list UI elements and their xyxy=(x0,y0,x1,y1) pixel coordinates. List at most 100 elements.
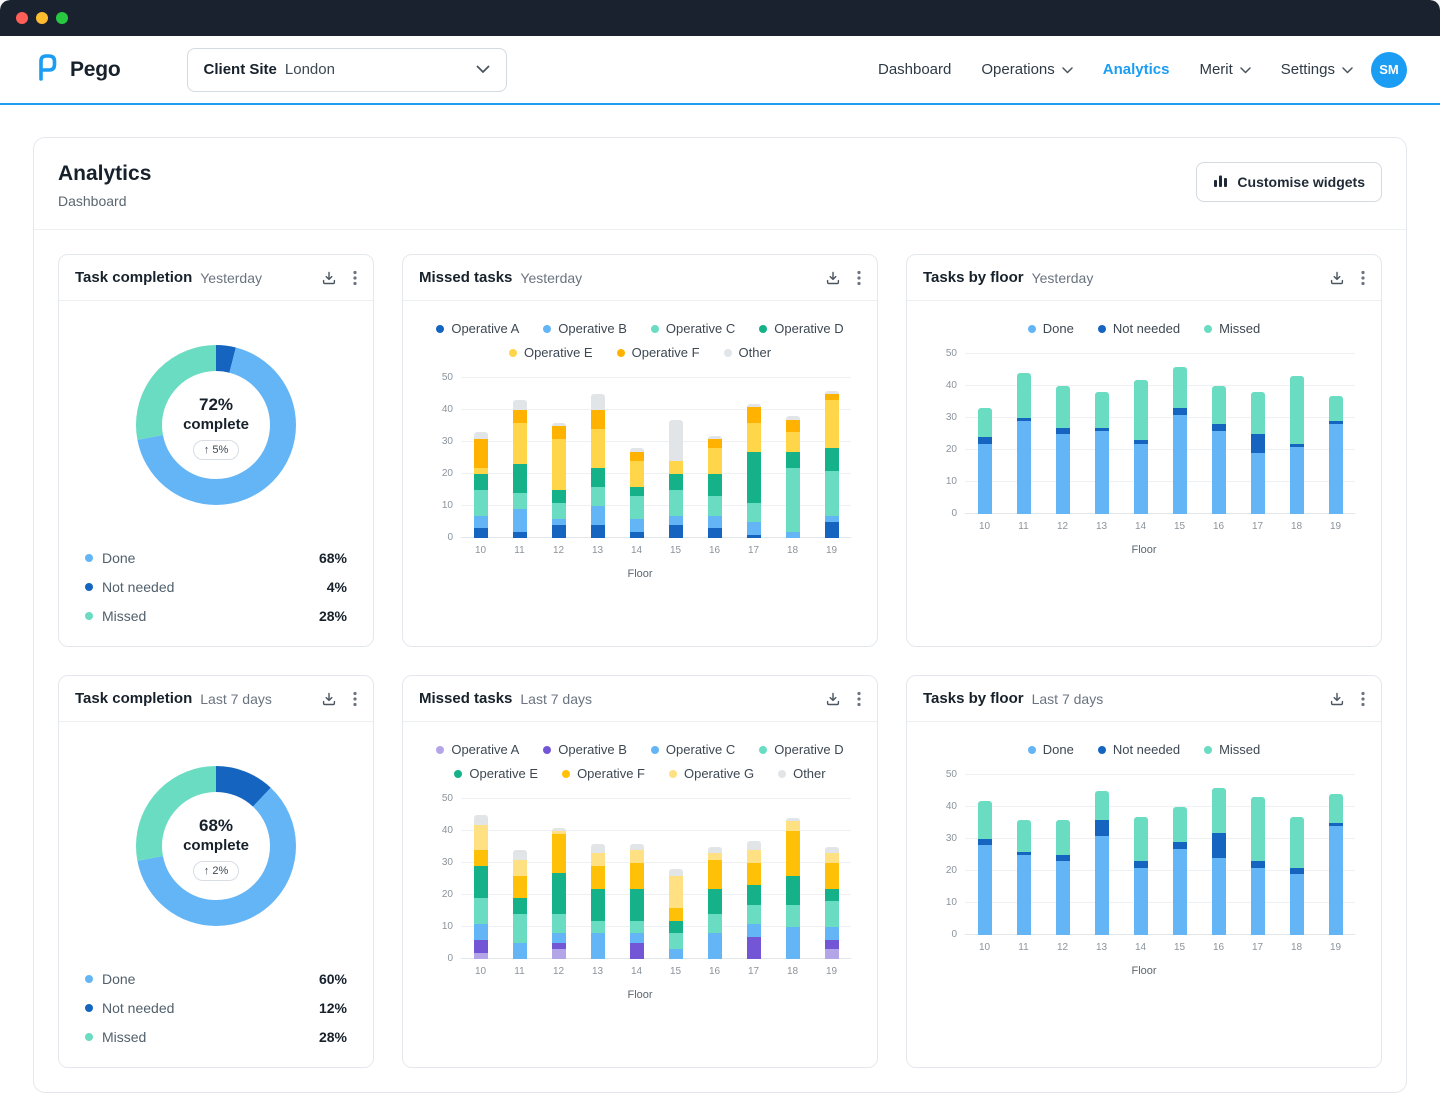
stacked-bar xyxy=(1250,797,1265,935)
bar-segment xyxy=(1094,392,1109,428)
y-tick-label: 30 xyxy=(441,857,453,868)
bar-segment xyxy=(1211,430,1226,514)
kebab-menu-icon[interactable] xyxy=(1361,270,1365,286)
bar-column xyxy=(1043,354,1082,514)
legend-value: 60% xyxy=(318,971,347,987)
client-site-select[interactable]: Client Site London xyxy=(186,47,507,92)
legend-dot xyxy=(778,769,787,778)
app-window: Pego Client Site London Dashboard Operat… xyxy=(0,0,1440,1101)
legend-dot xyxy=(436,324,445,333)
download-icon[interactable] xyxy=(321,691,337,707)
y-tick-label: 30 xyxy=(441,436,453,447)
stacked-bar xyxy=(1289,816,1304,935)
legend-dot xyxy=(454,769,463,778)
bar-segment xyxy=(512,400,527,411)
bar-segment xyxy=(668,920,683,934)
widget-grid: Task completion Yesterday 72% complete ↑… xyxy=(34,230,1406,1092)
bar-segment xyxy=(551,438,566,491)
legend-dot xyxy=(508,348,517,357)
kebab-menu-icon[interactable] xyxy=(857,691,861,707)
legend-label: Done xyxy=(1042,742,1074,757)
bar-column xyxy=(1316,775,1355,935)
bar-segment xyxy=(824,901,839,928)
bar-segment xyxy=(590,486,605,507)
stacked-bar xyxy=(1250,392,1265,514)
bar-column xyxy=(1238,775,1277,935)
window-zoom-button[interactable] xyxy=(56,12,68,24)
legend-dot xyxy=(543,745,552,754)
download-icon[interactable] xyxy=(1329,691,1345,707)
legend-label: Operative C xyxy=(665,742,736,757)
bar-segment xyxy=(1172,807,1187,843)
bar-plot: 0 10 20 30 40 50 xyxy=(946,769,1355,940)
stacked-bar xyxy=(1055,386,1070,514)
x-tick-label: 16 xyxy=(1212,521,1225,532)
kebab-menu-icon[interactable] xyxy=(857,270,861,286)
x-tick-label: 15 xyxy=(1173,521,1186,532)
legend-label: Not needed xyxy=(1112,321,1181,336)
widget-period: Last 7 days xyxy=(1031,690,1104,707)
nav-item-analytics[interactable]: Analytics xyxy=(1103,61,1170,78)
kebab-menu-icon[interactable] xyxy=(353,691,357,707)
x-tick-label: 17 xyxy=(1251,942,1264,953)
window-minimize-button[interactable] xyxy=(36,12,48,24)
stacked-bar xyxy=(1016,819,1031,935)
customise-widgets-button[interactable]: Customise widgets xyxy=(1196,162,1382,202)
x-tick-label: 12 xyxy=(1056,942,1069,953)
bar-segment xyxy=(707,474,722,497)
legend-label: Done xyxy=(1042,321,1074,336)
bar-segment xyxy=(1328,826,1343,935)
bar-segment xyxy=(1250,434,1265,454)
bar-segment xyxy=(977,800,992,840)
bar-segment xyxy=(473,850,488,867)
widget-title: Missed tasks xyxy=(419,269,513,286)
bar-column xyxy=(1082,775,1121,935)
legend-item: Not needed xyxy=(1097,742,1180,757)
download-icon[interactable] xyxy=(321,270,337,286)
bar-segment xyxy=(590,933,605,959)
nav-item-settings[interactable]: Settings xyxy=(1281,61,1353,78)
logo-text: Pego xyxy=(70,57,121,81)
widget-header: Tasks by floor Yesterday xyxy=(907,255,1381,301)
donut-percent-caption: complete xyxy=(183,837,249,854)
legend-dot xyxy=(1097,745,1106,754)
pego-logo-icon xyxy=(33,53,61,86)
user-avatar[interactable]: SM xyxy=(1371,51,1407,88)
bar-column xyxy=(734,799,773,959)
pego-logo[interactable]: Pego xyxy=(33,53,121,86)
download-icon[interactable] xyxy=(825,691,841,707)
kebab-menu-icon[interactable] xyxy=(1361,691,1365,707)
y-tick-label: 40 xyxy=(945,380,957,391)
widget-missed-tasks-week: Missed tasks Last 7 days Operative A Ope… xyxy=(402,675,878,1068)
widget-task-completion-yesterday: Task completion Yesterday 72% complete ↑… xyxy=(58,254,374,647)
bar-segment xyxy=(668,933,683,950)
bars-row xyxy=(965,775,1355,935)
kebab-menu-icon[interactable] xyxy=(353,270,357,286)
donut-center-label: 72% complete ↑ 5% xyxy=(126,335,306,520)
bar-segment xyxy=(668,875,683,908)
chart-legend: Operative A Operative B Operative C Oper… xyxy=(420,321,860,360)
widget-title: Tasks by floor xyxy=(923,269,1024,286)
bar-column xyxy=(656,378,695,538)
bar-segment xyxy=(707,888,722,915)
window-close-button[interactable] xyxy=(16,12,28,24)
download-icon[interactable] xyxy=(825,270,841,286)
bar-segment xyxy=(746,422,761,452)
bar-segment xyxy=(473,923,488,940)
bar-segment xyxy=(1289,376,1304,444)
legend-label: Operative E xyxy=(469,766,539,781)
nav-item-dashboard[interactable]: Dashboard xyxy=(878,61,951,78)
legend-item: Other xyxy=(723,345,771,360)
nav-item-operations[interactable]: Operations xyxy=(981,61,1073,78)
bar-column xyxy=(1121,354,1160,514)
x-tick-label: 11 xyxy=(1018,942,1029,953)
bar-segment xyxy=(824,400,839,449)
donut-center-label: 68% complete ↑ 2% xyxy=(126,756,306,941)
stacked-bar xyxy=(1094,791,1109,935)
x-tick-label: 10 xyxy=(978,942,991,953)
legend-dot xyxy=(85,1033,93,1041)
nav-item-merit[interactable]: Merit xyxy=(1199,61,1251,78)
bar-segment xyxy=(551,949,566,959)
download-icon[interactable] xyxy=(1329,270,1345,286)
bar-segment xyxy=(1211,386,1226,425)
